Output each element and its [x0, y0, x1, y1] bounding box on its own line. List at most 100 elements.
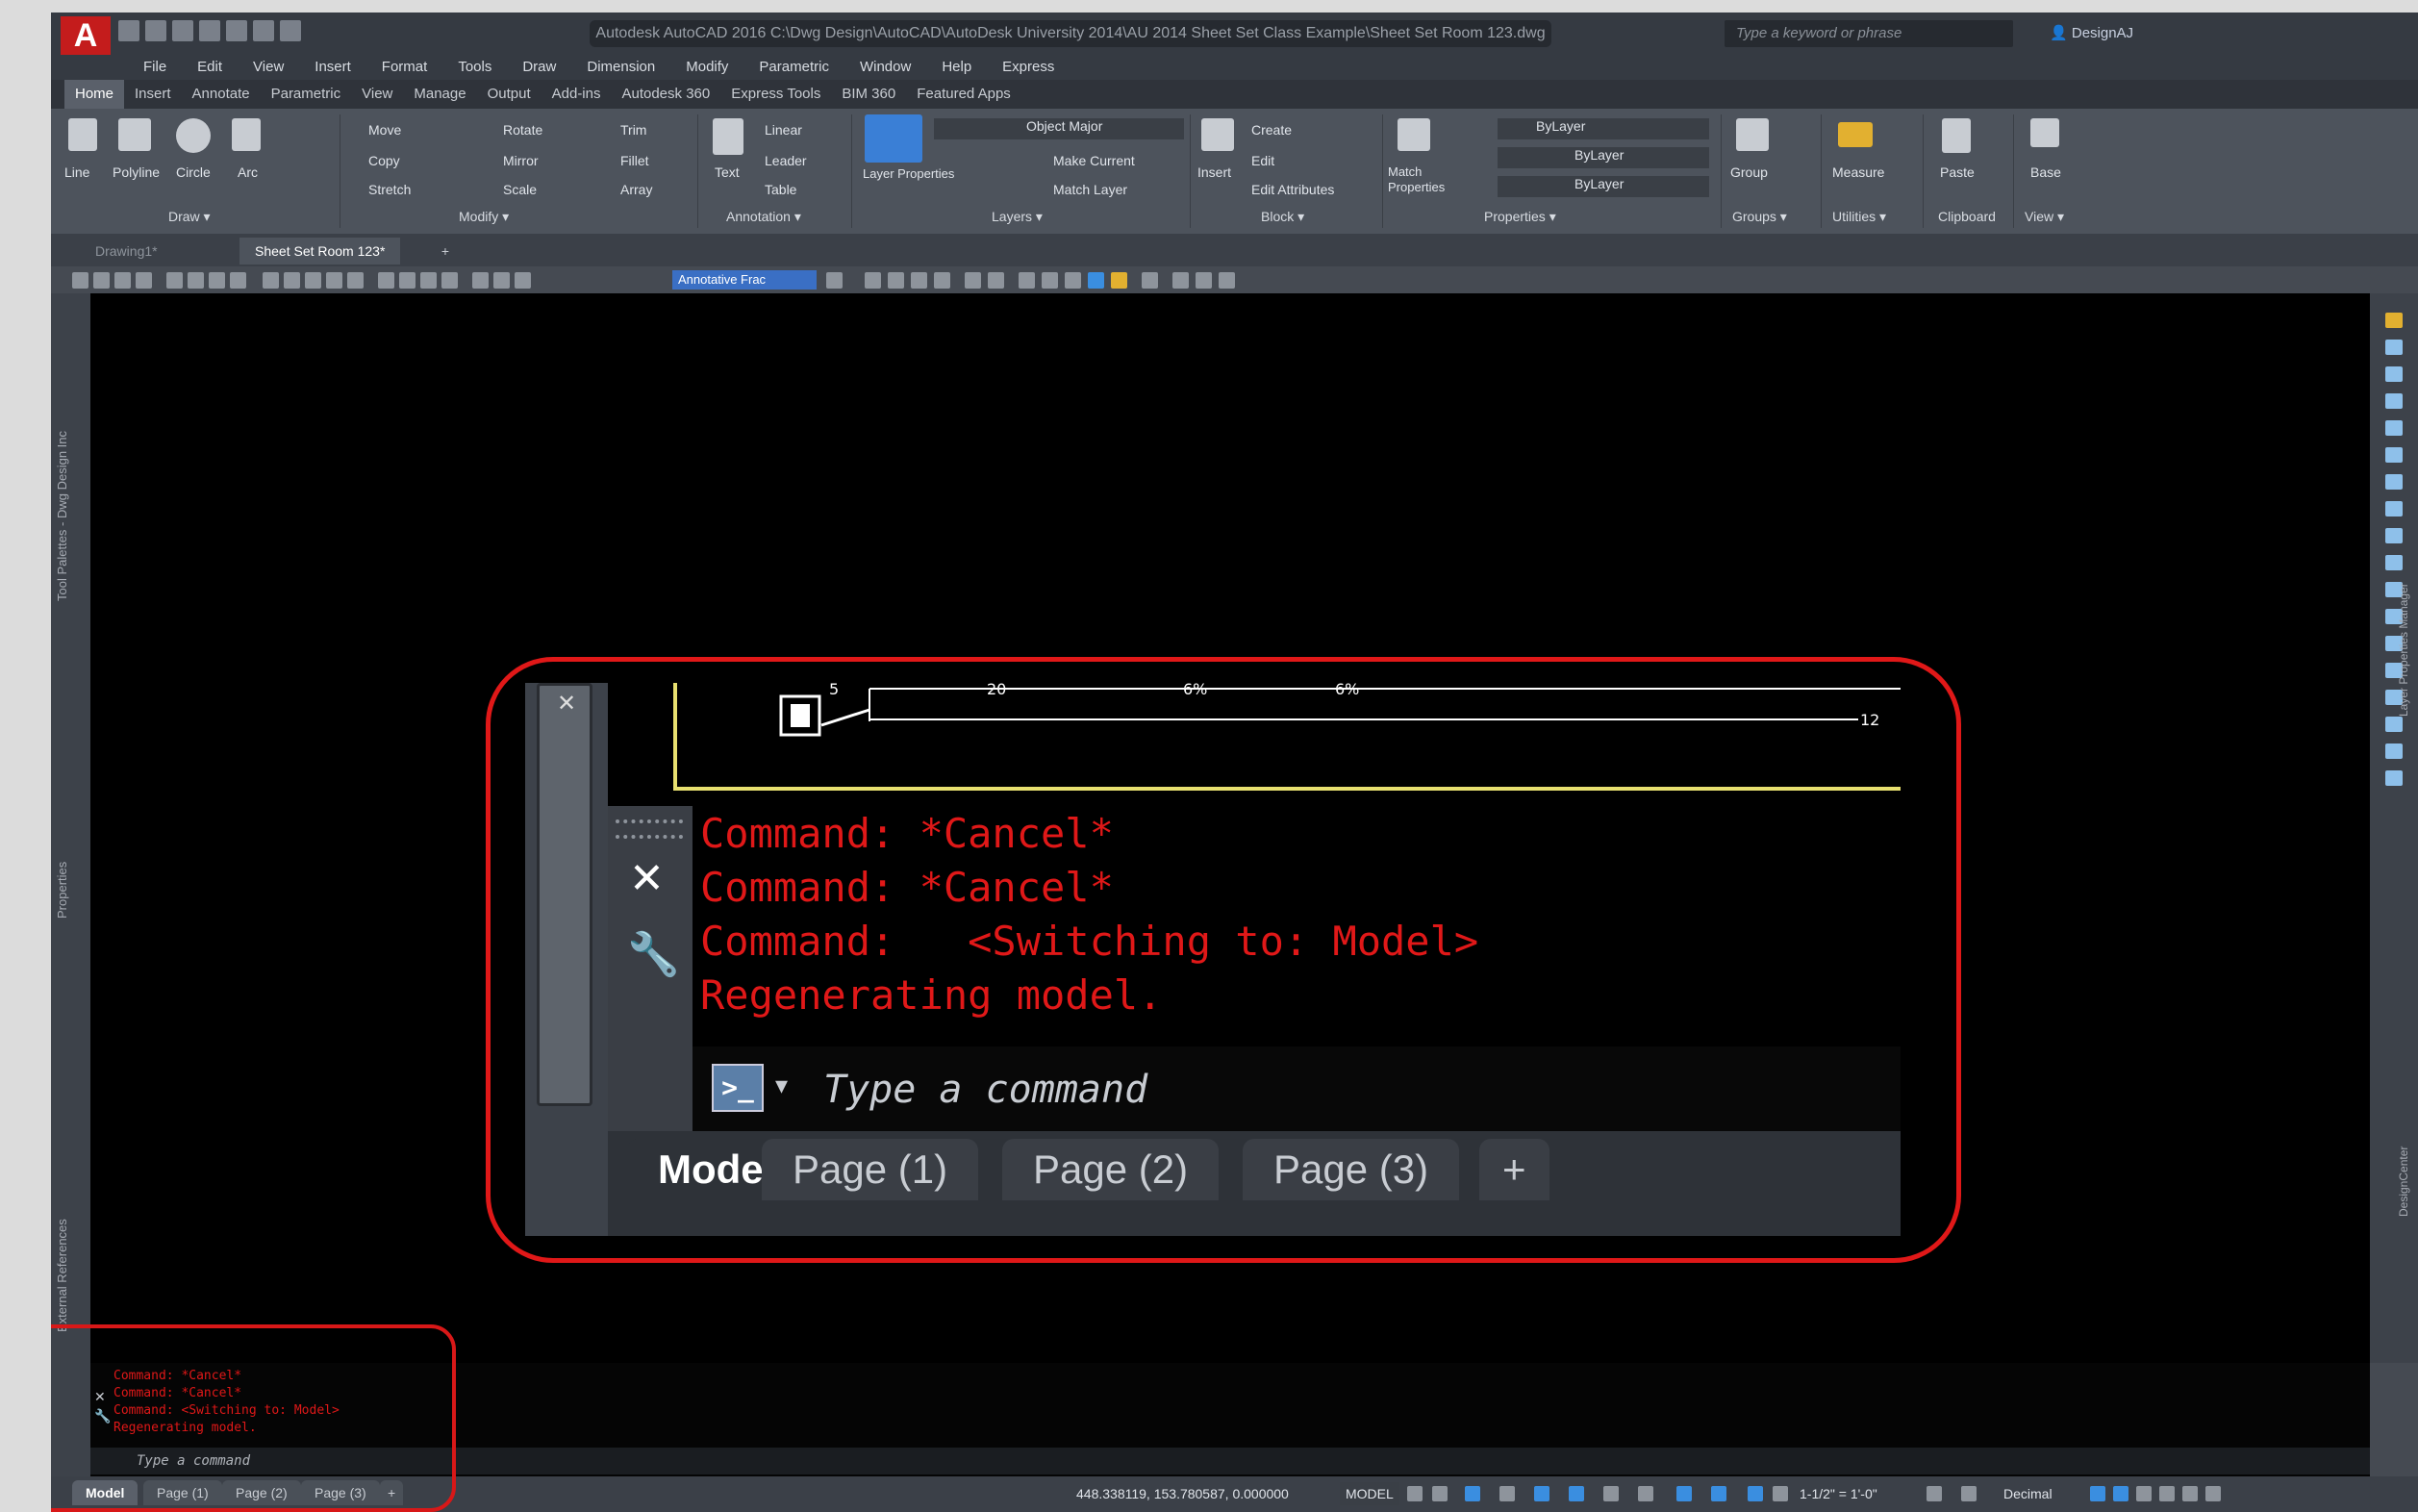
- arc-button[interactable]: Arc: [238, 164, 258, 180]
- lineweight-icon[interactable]: [1603, 1486, 1619, 1501]
- ortho-icon[interactable]: [1465, 1486, 1480, 1501]
- tab-express-tools[interactable]: Express Tools: [720, 80, 831, 109]
- new-layout-button[interactable]: +: [1479, 1139, 1549, 1200]
- trim-button[interactable]: Trim: [620, 122, 646, 138]
- menu-modify[interactable]: Modify: [670, 55, 743, 80]
- base-view-icon[interactable]: [2030, 118, 2059, 147]
- grid-icon[interactable]: [1407, 1486, 1423, 1501]
- grip-icon[interactable]: [616, 819, 683, 839]
- scale-button[interactable]: Scale: [503, 182, 537, 197]
- tab-manage[interactable]: Manage: [403, 80, 476, 109]
- orbit-icon[interactable]: [1172, 272, 1189, 289]
- arc-icon[interactable]: [232, 118, 261, 151]
- move-button[interactable]: Move: [368, 122, 401, 138]
- line-icon[interactable]: [68, 118, 97, 151]
- quick-dim-icon[interactable]: [263, 272, 279, 289]
- layer-dropdown[interactable]: Object Major: [934, 118, 1184, 139]
- tab-annotate[interactable]: Annotate: [182, 80, 261, 109]
- command-prompt-icon[interactable]: >_: [712, 1064, 764, 1112]
- menu-parametric[interactable]: Parametric: [743, 55, 844, 80]
- lock-ui-icon[interactable]: [2113, 1486, 2128, 1501]
- design-center-label[interactable]: DesignCenter: [2397, 1147, 2410, 1217]
- paste-button[interactable]: Paste: [1940, 164, 1975, 180]
- layer-manager-label[interactable]: Layer Properties Manager: [2397, 583, 2410, 717]
- tab-output[interactable]: Output: [477, 80, 542, 109]
- ordinate-icon[interactable]: [136, 272, 152, 289]
- leader-button[interactable]: Leader: [765, 153, 807, 168]
- tool-palettes-label[interactable]: Tool Palettes - Dwg Design Inc: [55, 431, 69, 601]
- tab-autodesk-360[interactable]: Autodesk 360: [611, 80, 720, 109]
- render-tool-5-icon[interactable]: [1111, 272, 1127, 289]
- undo-icon[interactable]: [253, 20, 274, 41]
- create-block-button[interactable]: Create: [1251, 122, 1292, 138]
- table-button[interactable]: Table: [765, 182, 796, 197]
- tab-view[interactable]: View: [351, 80, 403, 109]
- tool-icon-6[interactable]: [2385, 447, 2403, 463]
- snap-icon[interactable]: [1432, 1486, 1448, 1501]
- panel-annotation[interactable]: Annotation ▾: [726, 209, 801, 225]
- file-tab-sheet-set[interactable]: Sheet Set Room 123*: [239, 238, 401, 265]
- fillet-button[interactable]: Fillet: [620, 153, 649, 168]
- diameter-icon[interactable]: [209, 272, 225, 289]
- arc-length-icon[interactable]: [114, 272, 131, 289]
- command-close-icon[interactable]: ✕: [629, 854, 665, 903]
- plot-icon[interactable]: [226, 20, 247, 41]
- zoomed-palette-handle[interactable]: ✕: [537, 683, 592, 1106]
- inspect-icon[interactable]: [420, 272, 437, 289]
- line-button[interactable]: Line: [64, 164, 89, 180]
- space-icon[interactable]: [326, 272, 342, 289]
- edit-attributes-button[interactable]: Edit Attributes: [1251, 182, 1334, 197]
- angular-icon[interactable]: [230, 272, 246, 289]
- tool-icon-10[interactable]: [2385, 555, 2403, 570]
- open-icon[interactable]: [145, 20, 166, 41]
- menu-insert[interactable]: Insert: [299, 55, 366, 80]
- tool-icon-8[interactable]: [2385, 501, 2403, 517]
- annotation-monitor-icon[interactable]: [1961, 1486, 1977, 1501]
- menu-file[interactable]: File: [128, 55, 182, 80]
- tab-featured-apps[interactable]: Featured Apps: [906, 80, 1021, 109]
- break-icon[interactable]: [347, 272, 364, 289]
- render-tool-1-icon[interactable]: [1019, 272, 1035, 289]
- tab-parametric[interactable]: Parametric: [261, 80, 352, 109]
- external-references-label[interactable]: External References: [55, 1219, 69, 1332]
- save-icon[interactable]: [172, 20, 193, 41]
- cursor-coordinates[interactable]: 448.338119, 153.780587, 0.000000: [1076, 1482, 1289, 1505]
- file-tab-drawing1[interactable]: Drawing1*: [80, 238, 173, 265]
- properties-tool-icon[interactable]: [2385, 313, 2403, 328]
- selection-cycling-icon[interactable]: [1676, 1486, 1692, 1501]
- measure-icon[interactable]: [1838, 122, 1873, 147]
- panel-layers[interactable]: Layers ▾: [992, 209, 1043, 225]
- workspace-gear-icon[interactable]: [1927, 1486, 1942, 1501]
- command-input[interactable]: Type a command: [823, 1068, 1147, 1112]
- linear-dim-icon[interactable]: [72, 272, 88, 289]
- dim-style-icon[interactable]: [826, 272, 843, 289]
- 3d-osnap-icon[interactable]: [1711, 1486, 1726, 1501]
- continue-icon[interactable]: [305, 272, 321, 289]
- layer-tool-6-icon[interactable]: [988, 272, 1004, 289]
- tool-icon-18[interactable]: [2385, 770, 2403, 786]
- paste-icon[interactable]: [1942, 118, 1971, 153]
- menu-view[interactable]: View: [238, 55, 299, 80]
- match-layer-button[interactable]: Match Layer: [1053, 182, 1127, 197]
- menu-express[interactable]: Express: [987, 55, 1070, 80]
- application-menu-button[interactable]: A: [61, 16, 111, 55]
- tab-add-ins[interactable]: Add-ins: [542, 80, 612, 109]
- rotate-button[interactable]: Rotate: [503, 122, 542, 138]
- isodraft-icon[interactable]: [1534, 1486, 1549, 1501]
- render-tool-3-icon[interactable]: [1065, 272, 1081, 289]
- baseline-icon[interactable]: [284, 272, 300, 289]
- layout-tab-page-3[interactable]: Page (3): [1243, 1139, 1460, 1200]
- panel-modify[interactable]: Modify ▾: [459, 209, 509, 225]
- dim-text-edit-icon[interactable]: [493, 272, 510, 289]
- clean-screen-icon[interactable]: [2182, 1486, 2198, 1501]
- color-dropdown[interactable]: ByLayer: [1498, 118, 1709, 139]
- new-icon[interactable]: [118, 20, 139, 41]
- layer-tool-1-icon[interactable]: [865, 272, 881, 289]
- match-properties-button[interactable]: Match Properties: [1388, 164, 1465, 195]
- render-tool-4-icon[interactable]: [1088, 272, 1104, 289]
- layer-tool-4-icon[interactable]: [934, 272, 950, 289]
- recent-commands-chevron-icon[interactable]: ▾: [775, 1071, 788, 1100]
- model-space-toggle[interactable]: MODEL: [1340, 1482, 1399, 1505]
- dimension-style-dropdown[interactable]: Annotative Frac: [672, 270, 817, 290]
- linear-button[interactable]: Linear: [765, 122, 802, 138]
